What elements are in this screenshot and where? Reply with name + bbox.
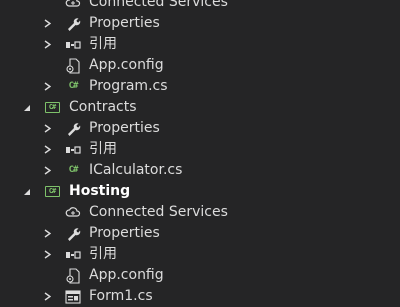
tree-item[interactable]: 引用 — [0, 244, 400, 265]
config-icon — [64, 267, 82, 284]
tree-item[interactable]: Connected Services — [0, 202, 400, 223]
csharp-file-icon: C# — [68, 81, 79, 91]
tree-item-label: Contracts — [69, 99, 137, 115]
collapsed-arrow-icon[interactable] — [40, 223, 54, 244]
tree-item-label: Program.cs — [89, 78, 168, 94]
reference-icon — [64, 141, 82, 158]
tree-item[interactable]: Connected Services — [0, 0, 400, 13]
tree-item-label: Hosting — [69, 183, 131, 199]
wrench-icon — [64, 225, 82, 242]
collapsed-arrow-icon[interactable] — [40, 160, 54, 181]
tree-item-label: 引用 — [89, 141, 117, 157]
form-file-icon — [64, 288, 82, 305]
reference-icon — [64, 246, 82, 263]
tree-item[interactable]: Properties — [0, 118, 400, 139]
cloud-icon — [64, 0, 82, 11]
tree-item[interactable]: Properties — [0, 223, 400, 244]
tree-item[interactable]: 引用 — [0, 34, 400, 55]
collapsed-arrow-icon[interactable] — [40, 118, 54, 139]
csharp-file-icon: C# — [68, 165, 79, 175]
tree-item-label: App.config — [89, 267, 164, 283]
tree-item[interactable]: App.config — [0, 55, 400, 76]
tree-item[interactable]: Properties — [0, 13, 400, 34]
collapsed-arrow-icon[interactable] — [40, 76, 54, 97]
arrow-placeholder — [40, 202, 54, 223]
tree-item-label: Connected Services — [89, 0, 228, 10]
collapsed-arrow-icon[interactable] — [40, 34, 54, 55]
tree-item-label: Properties — [89, 15, 160, 31]
tree-item[interactable]: C# Hosting — [0, 181, 400, 202]
tree-item[interactable]: App.config — [0, 265, 400, 286]
wrench-icon — [64, 120, 82, 137]
arrow-placeholder — [40, 265, 54, 286]
tree-item[interactable]: C# Program.cs — [0, 76, 400, 97]
collapsed-arrow-icon[interactable] — [40, 13, 54, 34]
reference-icon — [64, 36, 82, 53]
tree-item[interactable]: Form1.cs — [0, 286, 400, 307]
expanded-arrow-icon[interactable] — [20, 181, 34, 202]
tree-item-label: App.config — [89, 57, 164, 73]
cloud-icon — [64, 204, 82, 221]
tree-item-label: Form1.cs — [89, 288, 153, 304]
tree-item-label: Properties — [89, 120, 160, 136]
solution-explorer-tree: Connected Services Properties 引用 App.config… — [0, 0, 400, 307]
tree-item-label: Connected Services — [89, 204, 228, 220]
tree-item[interactable]: C# Contracts — [0, 97, 400, 118]
tree-item-label: 引用 — [89, 36, 117, 52]
expanded-arrow-icon[interactable] — [20, 97, 34, 118]
collapsed-arrow-icon[interactable] — [40, 244, 54, 265]
tree-item-label: Properties — [89, 225, 160, 241]
csharp-project-icon: C# — [43, 183, 61, 200]
tree-item-label: 引用 — [89, 246, 117, 262]
collapsed-arrow-icon[interactable] — [40, 286, 54, 307]
wrench-icon — [64, 15, 82, 32]
arrow-placeholder — [40, 0, 54, 13]
tree-item[interactable]: C# ICalculator.cs — [0, 160, 400, 181]
config-icon — [64, 57, 82, 74]
tree-item-label: ICalculator.cs — [89, 162, 183, 178]
tree-item[interactable]: 引用 — [0, 139, 400, 160]
csharp-project-icon: C# — [43, 99, 61, 116]
arrow-placeholder — [40, 55, 54, 76]
collapsed-arrow-icon[interactable] — [40, 139, 54, 160]
